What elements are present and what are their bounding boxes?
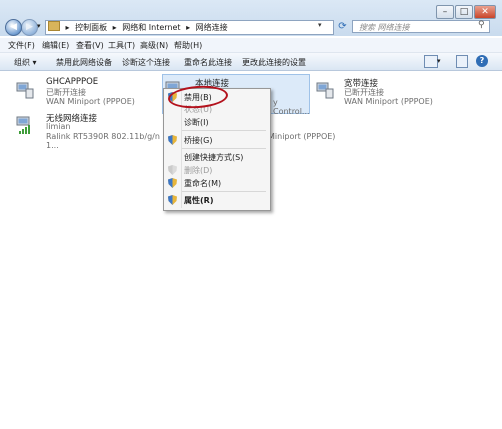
back-button[interactable]: ◀ (5, 19, 22, 36)
menu-item-delete[interactable]: 删除(D) (184, 165, 212, 176)
dialup-connection-icon (316, 82, 334, 99)
close-button[interactable]: ✕ (474, 5, 496, 19)
menu-item-create-shortcut[interactable]: 创建快捷方式(S) (184, 152, 243, 163)
disable-device-button[interactable]: 禁用此网络设备 (56, 57, 112, 68)
wireless-connection-icon (16, 116, 30, 134)
menu-tools[interactable]: 工具(T) (108, 40, 135, 51)
menu-separator (182, 148, 266, 149)
menu-item-diagnose[interactable]: 诊断(I) (184, 117, 209, 128)
preview-pane-icon[interactable] (456, 55, 468, 68)
menu-view[interactable]: 查看(V) (76, 40, 104, 51)
menu-edit[interactable]: 编辑(E) (42, 40, 69, 51)
breadcrumb-network-internet[interactable]: 网络和 Internet (122, 23, 180, 32)
connection-item-broadband[interactable]: 宽带连接 已断开连接 WAN Miniport (PPPOE) (314, 76, 464, 110)
breadcrumb-separator: ▸ (65, 23, 70, 32)
address-bar[interactable]: ▸ 控制面板 ▸ 网络和 Internet ▸ 网络连接 (45, 20, 334, 35)
view-dropdown-icon[interactable]: ▾ (437, 57, 441, 65)
uac-shield-icon (168, 135, 177, 145)
connection-device: WAN Miniport (PPPOE) (344, 97, 433, 106)
menu-bar: 文件(F) 编辑(E) 查看(V) 工具(T) 高级(N) 帮助(H) (0, 38, 502, 53)
connection-device: y Control... (273, 98, 310, 116)
rename-button[interactable]: 重命名此连接 (184, 57, 232, 68)
forward-button[interactable]: ▶ (21, 19, 38, 36)
connection-device: Ralink RT5390R 802.11b/g/n 1... (46, 132, 160, 150)
connection-status: limian (46, 122, 71, 131)
change-settings-button[interactable]: 更改此连接的设置 (242, 57, 306, 68)
menu-item-rename[interactable]: 重命名(M) (184, 178, 221, 189)
organize-button[interactable]: 组织 ▾ (14, 57, 37, 68)
search-icon[interactable]: ⚲ (478, 20, 485, 30)
connection-item-wireless[interactable]: 无线网络连接 limian Ralink RT5390R 802.11b/g/n… (14, 111, 164, 150)
search-input[interactable]: 搜索 网络连接 (352, 20, 490, 33)
minimize-button[interactable]: – (436, 5, 454, 19)
dialup-connection-icon (16, 82, 34, 99)
connection-name: GHCAPPPOE (46, 77, 99, 87)
menu-separator (182, 130, 266, 131)
uac-shield-icon (168, 178, 177, 188)
menu-help[interactable]: 帮助(H) (174, 40, 202, 51)
breadcrumb-separator: ▸ (112, 23, 117, 32)
menu-item-properties[interactable]: 属性(R) (184, 195, 213, 206)
help-icon[interactable]: ? (476, 55, 488, 67)
connection-item-hidden[interactable]: Miniport (PPPOE) (268, 132, 338, 144)
uac-shield-icon (168, 195, 177, 205)
connection-device: WAN Miniport (PPPOE) (46, 97, 135, 106)
address-dropdown-icon[interactable]: ▾ (318, 21, 328, 33)
connection-item-ghcapppoe[interactable]: GHCAPPPOE 已断开连接 WAN Miniport (PPPOE) (14, 76, 162, 110)
breadcrumb-control-panel[interactable]: 控制面板 (75, 23, 107, 32)
breadcrumb-network-connections[interactable]: 网络连接 (196, 23, 228, 32)
breadcrumb-separator: ▸ (186, 23, 191, 32)
menu-file[interactable]: 文件(F) (8, 40, 35, 51)
refresh-icon[interactable]: ⟳ (336, 20, 349, 33)
diagnose-button[interactable]: 诊断这个连接 (122, 57, 170, 68)
menu-item-bridge[interactable]: 桥接(G) (184, 135, 212, 146)
maximize-button[interactable]: □ (455, 5, 473, 19)
recent-pages-icon[interactable]: ▾ (37, 22, 41, 30)
menu-advanced[interactable]: 高级(N) (140, 40, 168, 51)
folder-icon (48, 21, 60, 31)
connection-device: Miniport (PPPOE) (268, 132, 336, 141)
view-options-icon[interactable] (424, 55, 438, 68)
menu-separator (182, 191, 266, 192)
uac-shield-icon (168, 165, 177, 175)
